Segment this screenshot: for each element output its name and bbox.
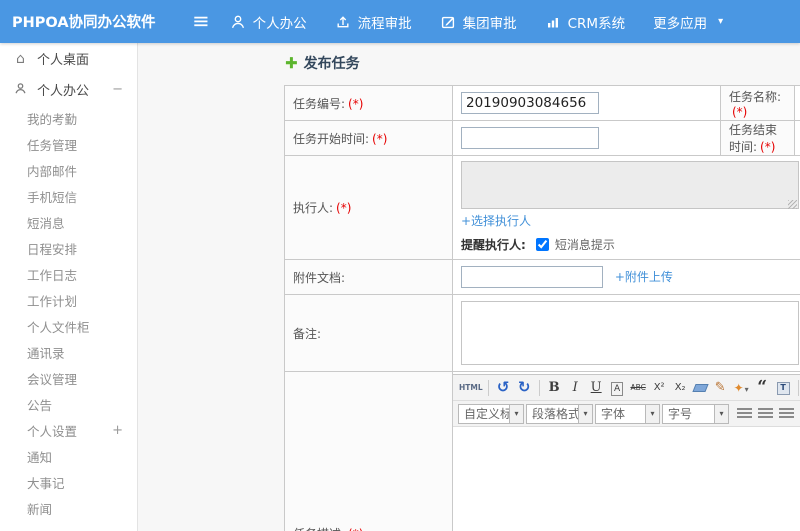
blockquote-icon[interactable]: “ — [753, 379, 772, 396]
sidebar-item-announcement[interactable]: 公告 — [0, 391, 137, 417]
executor-textarea[interactable] — [461, 161, 799, 209]
edit-icon — [440, 14, 456, 30]
sidebar-item-meeting-management[interactable]: 会议管理 — [0, 365, 137, 391]
italic-button[interactable]: I — [566, 381, 585, 394]
chevron-down-icon: ▾ — [578, 404, 592, 423]
redo-icon[interactable]: ↻ — [515, 380, 534, 395]
nav-item-workflow-approval[interactable]: 流程审批 — [335, 12, 412, 32]
hamburger-menu-icon[interactable]: ≡ — [192, 11, 210, 32]
undo-icon[interactable]: ↺ — [494, 380, 513, 395]
app-logo: PHPOA协同办公软件 — [12, 15, 156, 31]
select-executor-link[interactable]: +选择执行人 — [461, 214, 531, 228]
sidebar-item-major-events[interactable]: 大事记 — [0, 469, 137, 495]
resize-grip-icon[interactable] — [788, 200, 797, 209]
editor-content-area[interactable] — [453, 427, 800, 531]
sidebar: ⌂ 个人桌面 个人办公 − 我的考勤 任务管理 内部邮件 手机短信 短消息 日程… — [0, 43, 138, 531]
align-right-icon[interactable] — [779, 408, 794, 419]
process-icon — [335, 14, 351, 30]
collapse-icon[interactable]: − — [112, 82, 123, 97]
editor-toolbar-row1: HTML ↺ ↻ B I U A ABC X² X₂ ✎ ✦▾ “ T — [453, 375, 800, 401]
sidebar-item-internal-mail[interactable]: 内部邮件 — [0, 157, 137, 183]
start-time-label-cell: 任务开始时间: (*) — [284, 120, 453, 156]
page-title: ✚ 发布任务 — [285, 53, 360, 72]
task-name-label-cell: 任务名称:(*) — [720, 85, 795, 121]
chevron-down-icon: ▾ — [744, 384, 749, 394]
format-brush-icon[interactable]: ✎ — [711, 381, 730, 394]
sidebar-item-sms[interactable]: 手机短信 — [0, 183, 137, 209]
sidebar-item-task-management[interactable]: 任务管理 — [0, 131, 137, 157]
home-icon: ⌂ — [16, 50, 25, 67]
font-family-select[interactable]: 字体 ▾ — [595, 403, 660, 424]
nav-item-group-approval[interactable]: 集团审批 — [440, 12, 517, 32]
sidebar-item-personal-desktop[interactable]: ⌂ 个人桌面 — [0, 43, 137, 74]
superscript-button[interactable]: X² — [650, 382, 669, 393]
paragraph-format-select[interactable]: 段落格式 ▾ — [526, 403, 593, 424]
top-navbar: PHPOA协同办公软件 ≡ 个人办公 流程审批 集团审批 CRM系统 更多应用 … — [0, 0, 800, 43]
bar-chart-icon — [545, 14, 561, 30]
start-time-input[interactable] — [461, 127, 599, 149]
remark-textarea[interactable] — [461, 301, 799, 365]
chevron-down-icon: ▾ — [714, 404, 728, 423]
bold-button[interactable]: B — [545, 381, 564, 394]
expand-icon[interactable]: + — [112, 423, 123, 438]
eraser-icon[interactable] — [692, 383, 709, 392]
task-number-input[interactable] — [461, 92, 599, 114]
sidebar-item-contacts[interactable]: 通讯录 — [0, 339, 137, 365]
align-center-icon[interactable] — [758, 408, 773, 419]
attachment-upload-link[interactable]: +附件上传 — [615, 270, 673, 284]
sidebar-item-personal-files[interactable]: 个人文件柜 — [0, 313, 137, 339]
subscript-button[interactable]: X₂ — [671, 382, 690, 393]
sidebar-item-personal-office[interactable]: 个人办公 − — [0, 74, 137, 105]
font-style-button[interactable]: A — [611, 382, 624, 396]
font-size-select[interactable]: 字号 ▾ — [662, 403, 729, 424]
underline-button[interactable]: U — [587, 381, 606, 394]
chevron-down-icon: ▾ — [718, 16, 724, 27]
nav-item-crm-system[interactable]: CRM系统 — [545, 12, 625, 32]
sidebar-item-schedule[interactable]: 日程安排 — [0, 235, 137, 261]
nav-item-personal-office[interactable]: 个人办公 — [230, 12, 307, 32]
rich-text-editor: HTML ↺ ↻ B I U A ABC X² X₂ ✎ ✦▾ “ T 自定义 … — [452, 374, 800, 531]
magic-wand-icon[interactable]: ✦▾ — [732, 382, 751, 394]
paste-text-icon[interactable]: T — [776, 381, 790, 395]
person-icon — [13, 82, 28, 98]
custom-heading-select[interactable]: 自定义标题 ▾ — [458, 403, 524, 424]
sidebar-item-news[interactable]: 新闻 — [0, 495, 137, 521]
sms-remind-checkbox[interactable] — [535, 238, 549, 251]
chevron-down-icon: ▾ — [645, 404, 659, 423]
editor-toolbar-row2: 自定义标题 ▾ 段落格式 ▾ 字体 ▾ 字号 ▾ — [453, 401, 800, 427]
html-source-button[interactable]: HTML — [459, 384, 483, 392]
chevron-down-icon: ▾ — [509, 404, 523, 423]
add-icon: ✚ — [285, 53, 298, 72]
align-left-icon[interactable] — [737, 408, 752, 419]
attachment-input[interactable] — [461, 266, 603, 288]
person-icon — [230, 14, 246, 30]
attachment-label-cell: 附件文档: — [284, 259, 453, 295]
sidebar-item-personal-settings[interactable]: 个人设置 + — [0, 417, 137, 443]
remark-label-cell: 备注: — [284, 294, 453, 372]
executor-label-cell: 执行人: (*) — [284, 155, 453, 260]
publish-task-form: 任务编号:(*) 任务名称:(*) 任务开始时间:(*) 任务结束时间:(*) — [284, 85, 800, 531]
main-content: ✚ 发布任务 任务编号:(*) 任务名称:(*) 任务开始时间:(*) — [139, 43, 800, 531]
sidebar-item-short-message[interactable]: 短消息 — [0, 209, 137, 235]
description-label-cell: 任务描述:(*) — [284, 371, 453, 531]
sidebar-item-work-plan[interactable]: 工作计划 — [0, 287, 137, 313]
sidebar-item-work-log[interactable]: 工作日志 — [0, 261, 137, 287]
sidebar-item-my-attendance[interactable]: 我的考勤 — [0, 105, 137, 131]
sidebar-item-notice[interactable]: 通知 — [0, 443, 137, 469]
end-time-label-cell: 任务结束时间: (*) — [720, 120, 795, 156]
task-number-label-cell: 任务编号: (*) — [284, 85, 453, 121]
nav-item-more-apps[interactable]: 更多应用 ▾ — [653, 12, 723, 32]
strikethrough-button[interactable]: ABC — [629, 384, 648, 392]
